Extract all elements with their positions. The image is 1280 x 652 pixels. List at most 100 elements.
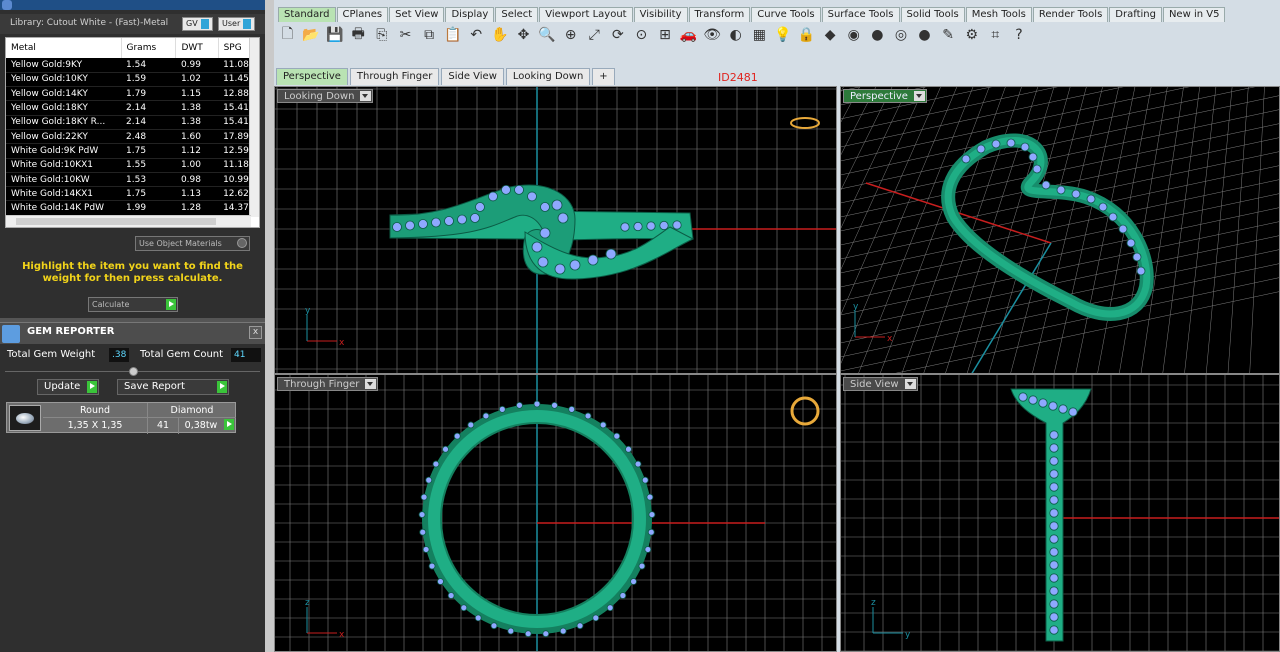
gem-stone — [1020, 142, 1030, 152]
zoom-extents-icon[interactable]: ⤢ — [585, 26, 604, 45]
viewport-label-looking-down[interactable]: Looking Down — [277, 89, 374, 103]
table-row[interactable]: Yellow Gold:18KY 2.14 1.38 15.41 — [6, 100, 259, 116]
tab-transform[interactable]: Transform — [688, 7, 751, 22]
copy-icon[interactable]: ⧉ — [420, 26, 439, 45]
col-metal-header[interactable]: Metal — [6, 38, 122, 58]
gem-stone — [537, 256, 549, 268]
tab-render-tools[interactable]: Render Tools — [1032, 7, 1109, 22]
chevron-down-icon[interactable] — [904, 379, 916, 389]
close-icon[interactable]: x — [249, 326, 262, 339]
viewport-label-through-finger[interactable]: Through Finger — [277, 377, 379, 391]
viewport-looking-down[interactable]: Looking Down xy — [274, 86, 837, 374]
chevron-down-icon[interactable] — [365, 379, 377, 389]
layers-icon[interactable]: ▦ — [750, 26, 769, 45]
gem-stone — [1071, 189, 1081, 199]
viewport-perspective[interactable]: Perspective xy — [840, 86, 1280, 374]
viewport-label-side-view[interactable]: Side View — [843, 377, 918, 391]
table-row[interactable]: Yellow Gold:18KY R... 2.14 1.38 15.41 — [6, 115, 259, 130]
print-icon[interactable]: 🖶 — [349, 26, 368, 45]
tab-solid-tools[interactable]: Solid Tools — [900, 7, 965, 22]
table-row[interactable]: White Gold:10KW 1.53 0.98 10.99 — [6, 172, 259, 188]
tab-display[interactable]: Display — [445, 7, 495, 22]
save-icon[interactable]: 💾 — [325, 26, 344, 45]
calculate-button[interactable]: Calculate — [88, 297, 178, 312]
table-horizontal-scrollbar[interactable] — [6, 215, 251, 227]
chevron-down-icon[interactable] — [360, 91, 372, 101]
material-icon[interactable]: ◆ — [821, 26, 840, 45]
paste-icon[interactable]: 📋 — [443, 26, 462, 45]
table-row[interactable]: Yellow Gold:22KY 2.48 1.60 17.89 — [6, 129, 259, 145]
dwt-value: 1.12 — [175, 143, 219, 159]
viewport-label-perspective[interactable]: Perspective — [843, 89, 927, 103]
table-row[interactable]: Yellow Gold:9KY 1.54 0.99 11.08 — [6, 58, 259, 73]
panel-splitter[interactable] — [265, 0, 274, 652]
table-row[interactable]: White Gold:9K PdW 1.75 1.12 12.59 — [6, 143, 259, 159]
new-file-icon[interactable]: 🗋 — [278, 26, 297, 45]
cut-icon[interactable]: ✂ — [396, 26, 415, 45]
save-report-button[interactable]: Save Report — [117, 379, 229, 395]
viewport-tab-through-finger[interactable]: Through Finger — [349, 68, 440, 85]
help-icon[interactable]: ? — [1009, 26, 1028, 45]
sphere-render-icon[interactable]: ◎ — [891, 26, 910, 45]
sphere-shaded-icon[interactable]: ● — [868, 26, 887, 45]
four-view-icon[interactable]: ⊞ — [656, 26, 675, 45]
lock-icon[interactable]: 🔒 — [797, 26, 816, 45]
viewport-tab-perspective[interactable]: Perspective — [276, 68, 348, 85]
tab-visibility[interactable]: Visibility — [633, 7, 688, 22]
gem-play-icon[interactable] — [224, 419, 234, 430]
sphere-blue-icon[interactable]: ● — [915, 26, 934, 45]
zoom-selected-icon[interactable]: ⊙ — [632, 26, 651, 45]
light-icon[interactable]: 💡 — [773, 26, 792, 45]
tab-set-view[interactable]: Set View — [389, 7, 445, 22]
chevron-down-icon[interactable] — [913, 91, 925, 101]
tab-cplanes[interactable]: CPlanes — [336, 7, 389, 22]
settings-icon[interactable]: ⚙ — [962, 26, 981, 45]
tab-standard[interactable]: Standard — [278, 7, 336, 22]
undo-icon[interactable]: ↶ — [467, 26, 486, 45]
use-object-materials-toggle[interactable]: Use Object Materials — [135, 236, 250, 251]
scroll-thumb[interactable] — [16, 218, 216, 225]
viewport-side-view[interactable]: Side View yz — [840, 374, 1280, 652]
gem-list-item[interactable]: Round Diamond 1,35 X 1,35 41 0,38tw — [6, 402, 236, 434]
table-row[interactable]: Yellow Gold:10KY 1.59 1.02 11.45 — [6, 72, 259, 88]
table-vertical-scrollbar[interactable] — [249, 38, 259, 217]
looking-down-canvas: xy — [275, 87, 836, 373]
viewport-through-finger[interactable]: Through Finger xz — [274, 374, 837, 652]
rotate-view-icon[interactable]: ⟳ — [608, 26, 627, 45]
tab-curve-tools[interactable]: Curve Tools — [751, 7, 821, 22]
hide-icon[interactable]: 👁 — [703, 26, 722, 45]
separator-knob[interactable] — [129, 367, 138, 376]
metal-name: White Gold:9K PdW — [6, 143, 121, 159]
car-icon[interactable]: 🚗 — [679, 26, 698, 45]
col-grams-header[interactable]: Grams — [121, 38, 177, 58]
update-button[interactable]: Update — [37, 379, 99, 395]
tab-new-in-v5[interactable]: New in V5 — [1162, 7, 1226, 22]
snap-icon[interactable]: ⌗ — [986, 26, 1005, 45]
tab-select[interactable]: Select — [495, 7, 539, 22]
move-icon[interactable]: ✥ — [514, 26, 533, 45]
import-icon[interactable]: ⎘ — [372, 26, 391, 45]
properties-icon[interactable]: ✎ — [939, 26, 958, 45]
table-row[interactable]: White Gold:14KX1 1.75 1.13 12.62 — [6, 186, 259, 202]
zoom-icon[interactable]: 🔍 — [538, 26, 557, 45]
color-wheel-icon[interactable]: ◉ — [844, 26, 863, 45]
tab-viewport-layout[interactable]: Viewport Layout — [539, 7, 633, 22]
table-row[interactable]: White Gold:14K PdW 1.99 1.28 14.37 — [6, 200, 259, 216]
tab-drafting[interactable]: Drafting — [1109, 7, 1162, 22]
zoom-window-icon[interactable]: ⊕ — [561, 26, 580, 45]
viewport-tab-looking-down[interactable]: Looking Down — [505, 68, 591, 85]
tab-surface-tools[interactable]: Surface Tools — [821, 7, 900, 22]
gv-button[interactable]: GV — [182, 17, 213, 31]
axis-label: y — [853, 302, 859, 312]
col-dwt-header[interactable]: DWT — [175, 38, 219, 58]
table-row[interactable]: Yellow Gold:14KY 1.79 1.15 12.88 — [6, 86, 259, 102]
add-viewport-tab[interactable]: + — [592, 68, 615, 85]
open-icon[interactable]: 📂 — [302, 26, 321, 45]
user-button[interactable]: User — [218, 17, 256, 31]
tab-mesh-tools[interactable]: Mesh Tools — [965, 7, 1032, 22]
table-row[interactable]: White Gold:10KX1 1.55 1.00 11.18 — [6, 158, 259, 173]
show-icon[interactable]: ◐ — [726, 26, 745, 45]
pan-icon[interactable]: ✋ — [490, 26, 509, 45]
grams-value: 1.75 — [121, 186, 176, 202]
viewport-tab-side-view[interactable]: Side View — [441, 68, 504, 85]
